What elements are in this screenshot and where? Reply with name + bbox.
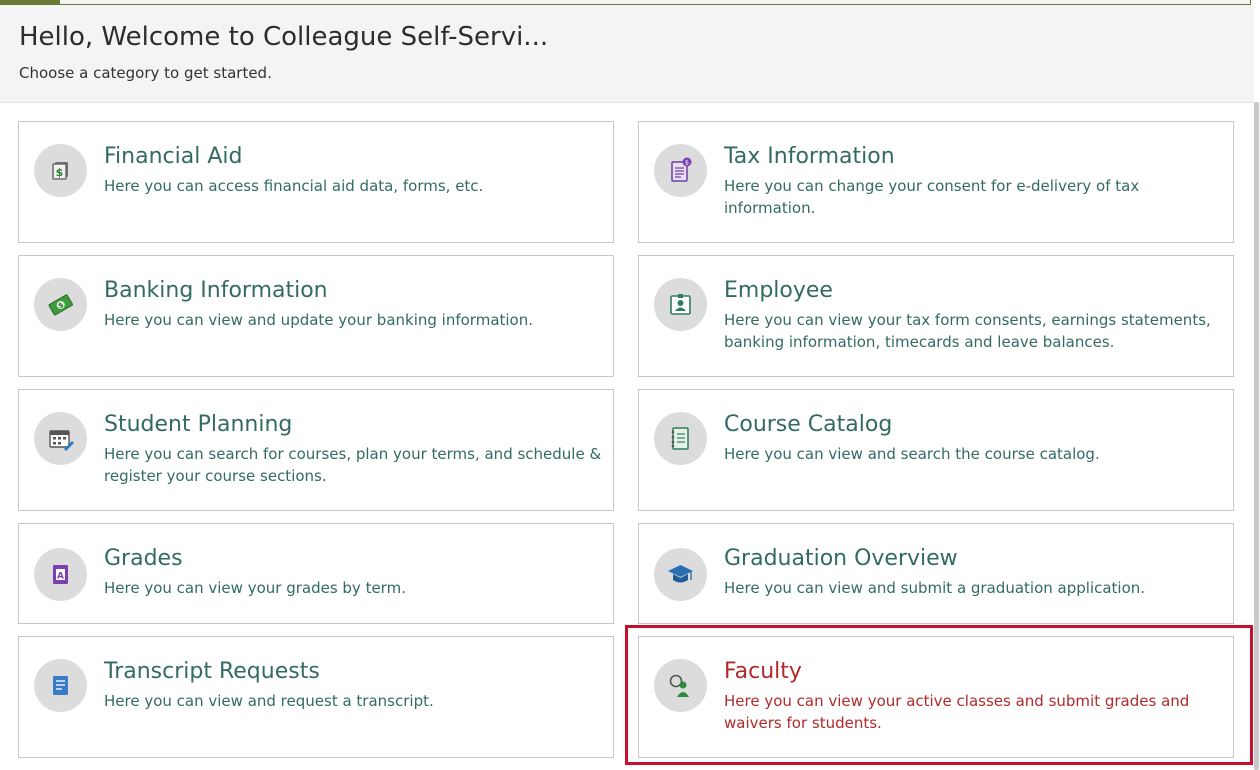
card-description: Here you can view and request a transcri… [104,692,434,710]
faculty-icon [654,659,707,712]
financial-aid-icon: $ [34,144,87,197]
card-description: Here you can view and update your bankin… [104,311,534,329]
card-description: Here you can view your active classes an… [724,692,1190,732]
card-description: Here you can search for courses, plan yo… [104,445,602,485]
page-subtitle: Choose a category to get started. [19,64,272,82]
card-description: Here you can view your tax form consents… [724,311,1211,351]
card-description: Here you can view your grades by term. [104,579,406,597]
category-card-graduation-overview[interactable]: Graduation Overview Here you can view an… [638,523,1234,624]
page-title: Hello, Welcome to Colleague Self-Servi..… [19,22,549,52]
category-card-faculty[interactable]: Faculty Here you can view your active cl… [638,636,1234,758]
page-header: Hello, Welcome to Colleague Self-Servi..… [0,5,1254,103]
category-card-tax-information[interactable]: $ Tax Information Here you can change yo… [638,121,1234,243]
svg-text:$: $ [685,159,689,167]
card-title: Faculty [724,659,802,684]
category-card-transcript-requests[interactable]: Transcript Requests Here you can view an… [18,636,614,758]
category-card-financial-aid[interactable]: $ Financial Aid Here you can access fina… [18,121,614,243]
grade-a-icon: A [34,548,87,601]
category-card-student-planning[interactable]: Student Planning Here you can search for… [18,389,614,511]
card-title: Transcript Requests [104,659,320,684]
id-badge-icon [654,278,707,331]
card-title: Grades [104,546,183,571]
tax-document-icon: $ [654,144,707,197]
card-title: Banking Information [104,278,328,303]
card-title: Student Planning [104,412,293,437]
graduation-cap-icon [654,548,707,601]
notebook-icon [654,412,707,465]
card-description: Here you can change your consent for e-d… [724,177,1140,217]
card-title: Employee [724,278,833,303]
money-icon: $ [34,278,87,331]
svg-text:A: A [57,572,64,582]
scrollbar[interactable] [1254,102,1260,770]
card-title: Graduation Overview [724,546,958,571]
category-card-grades[interactable]: A Grades Here you can view your grades b… [18,523,614,624]
calendar-icon [34,412,87,465]
svg-text:$: $ [56,166,64,179]
category-card-employee[interactable]: Employee Here you can view your tax form… [638,255,1234,377]
scrollbar-thumb[interactable] [1254,102,1259,770]
transcript-icon [34,659,87,712]
card-description: Here you can access financial aid data, … [104,177,484,195]
category-card-course-catalog[interactable]: Course Catalog Here you can view and sea… [638,389,1234,511]
card-description: Here you can view and submit a graduatio… [724,579,1146,597]
card-title: Course Catalog [724,412,893,437]
card-title: Tax Information [724,144,895,169]
card-description: Here you can view and search the course … [724,445,1100,463]
category-card-banking-information[interactable]: $ Banking Information Here you can view … [18,255,614,377]
card-title: Financial Aid [104,144,243,169]
